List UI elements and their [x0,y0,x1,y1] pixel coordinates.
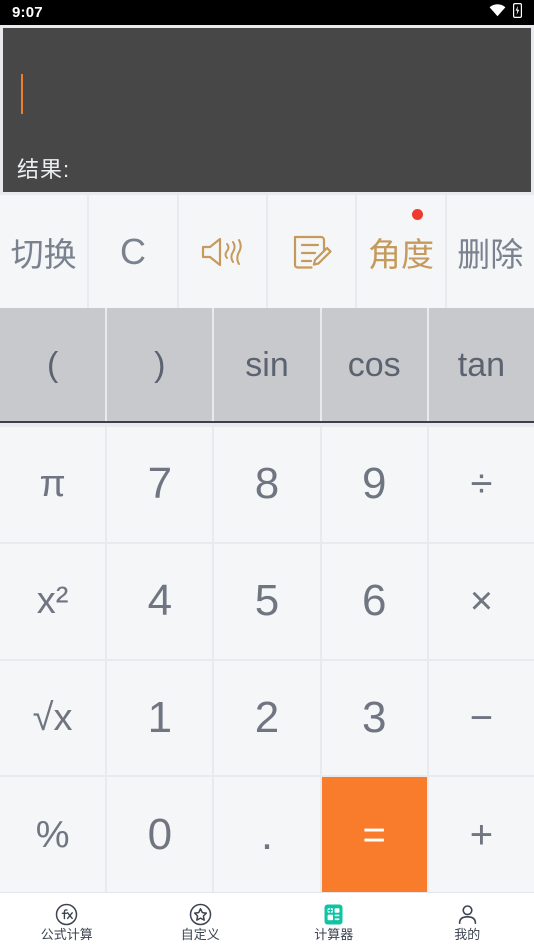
keypad-row-1: π 7 8 9 ÷ [0,427,534,542]
key-7-label: 7 [147,459,173,509]
key-1[interactable]: 1 [107,660,213,776]
key-decimal[interactable]: . [214,777,320,892]
app-root: 9:07 结果: 切换 C 角度 删除 () sin cos tan π 7 … [0,0,534,950]
status-bar: 9:07 [0,0,534,25]
nav-calculator-label: 计算器 [314,927,354,942]
key-sqrt-label: √x [32,696,73,739]
key-3-label: 3 [361,692,387,742]
expression-area[interactable] [3,28,531,146]
keypad-row-4: % 0 . = + [0,777,534,892]
key-divide[interactable]: ÷ [428,427,534,542]
key-0-label: 0 [147,809,173,859]
key-square[interactable]: x² [0,543,106,659]
key-3[interactable]: 3 [321,660,427,776]
sound-button[interactable] [178,195,266,308]
key-8[interactable]: 8 [214,427,320,542]
nav-formula[interactable]: 公式计算 [0,893,134,950]
key-6-label: 6 [361,576,387,626]
key-pi-label: π [39,463,66,506]
clear-button[interactable]: C [89,195,177,308]
function-row: 切换 C 角度 删除 [0,195,534,308]
nav-custom[interactable]: 自定义 [134,893,268,950]
note-edit-icon [268,195,355,308]
key-pi[interactable]: π [0,427,106,542]
nav-profile[interactable]: 我的 [401,893,534,950]
result-line: 结果: [17,152,70,184]
key-cos-label: cos [347,345,401,384]
key-subtract-label: − [469,695,494,740]
delete-button[interactable]: 删除 [446,195,534,308]
keypad-row-trig: ( ) sin cos tan [0,308,534,423]
switch-button[interactable]: 切换 [0,195,88,308]
calculator-display[interactable]: 结果: [3,28,531,192]
note-button[interactable] [267,195,356,308]
key-close-paren[interactable]: ) [107,308,213,421]
key-2[interactable]: 2 [214,660,320,776]
key-8-label: 8 [254,459,280,509]
key-equals[interactable]: = [321,777,427,892]
key-open-paren[interactable]: ( [0,308,106,421]
result-label: 结果: [17,157,71,182]
key-7[interactable]: 7 [107,427,213,542]
fx-circle-icon [55,902,78,926]
key-add[interactable]: + [428,777,534,892]
person-icon [456,902,479,926]
key-percent[interactable]: % [0,777,106,892]
angle-unit-label: 角度 [367,235,434,273]
key-subtract[interactable]: − [428,660,534,776]
key-square-label: x² [36,580,69,623]
angle-unit-button[interactable]: 角度 [357,195,445,308]
key-add-label: + [469,812,494,857]
keypad-row-3: √x 1 2 3 − [0,660,534,776]
key-decimal-label: . [260,809,274,859]
key-open-paren-label: ( [46,345,59,384]
key-5[interactable]: 5 [214,543,320,659]
bottom-navigation: 公式计算 自定义 计算器 我的 [0,892,534,950]
key-equals-label: = [362,812,386,857]
star-circle-icon [189,902,212,926]
key-sqrt[interactable]: √x [0,660,106,776]
calculator-icon [322,902,345,926]
key-tan-label: tan [457,345,506,384]
key-cos[interactable]: cos [321,308,427,421]
key-6[interactable]: 6 [321,543,427,659]
status-time: 9:07 [12,4,43,21]
key-divide-label: ÷ [470,462,493,507]
speaker-sound-icon [179,195,266,308]
wifi-icon [489,3,506,22]
key-9-label: 9 [361,459,387,509]
nav-profile-label: 我的 [454,927,481,942]
clear-button-label: C [119,230,146,272]
key-0[interactable]: 0 [107,777,213,892]
delete-button-label: 删除 [457,235,524,273]
key-sin[interactable]: sin [214,308,320,421]
key-4[interactable]: 4 [107,543,213,659]
status-icon-group [489,2,523,23]
keypad: ( ) sin cos tan π 7 8 9 ÷ x² 4 5 6 × √x … [0,308,534,892]
key-close-paren-label: ) [154,345,166,384]
key-1-label: 1 [147,692,173,742]
key-multiply[interactable]: × [428,543,534,659]
key-sin-label: sin [245,345,289,384]
key-tan[interactable]: tan [428,308,534,421]
nav-calculator[interactable]: 计算器 [267,893,401,950]
key-4-label: 4 [147,576,173,626]
key-5-label: 5 [254,576,280,626]
text-cursor [21,74,23,114]
key-percent-label: % [35,813,70,856]
nav-custom-label: 自定义 [180,927,220,942]
key-multiply-label: × [469,579,494,624]
key-9[interactable]: 9 [321,427,427,542]
key-2-label: 2 [254,692,280,742]
switch-button-label: 切换 [10,235,77,273]
nav-formula-label: 公式计算 [40,927,93,942]
keypad-row-2: x² 4 5 6 × [0,543,534,659]
status-badge [412,209,424,220]
battery-charging-icon [513,2,523,23]
